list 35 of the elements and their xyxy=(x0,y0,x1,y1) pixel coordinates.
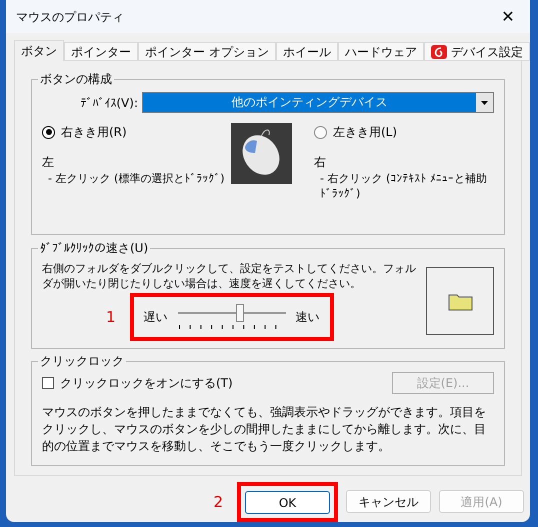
device-dropdown[interactable]: 他のポインティングデバイス xyxy=(142,92,494,113)
tab[interactable]: ホイール xyxy=(276,42,338,61)
group-title: クリックロック xyxy=(38,353,126,369)
window-title: マウスのプロパティ xyxy=(16,8,124,26)
tab[interactable]: デバイス設定 xyxy=(424,42,530,61)
mouse-picture xyxy=(231,123,292,184)
dialog-button[interactable]: OK xyxy=(245,491,330,514)
tab[interactable]: ポインター オプション xyxy=(138,42,276,61)
button-function-text: - 右クリック (ｺﾝﾃｷｽﾄ ﾒﾆｭｰと補助ﾄﾞﾗｯｸﾞ) xyxy=(319,171,488,201)
double-click-help-text: 右側のフォルダをダブルクリックして、設定をテストしてください。フォルダが開いたり閉じたりしない場合は、速度を遅くしてください。 xyxy=(42,261,417,291)
button-side-label: 右 xyxy=(314,154,327,171)
folder-icon xyxy=(448,292,472,310)
tab[interactable]: ハードウェア xyxy=(338,42,424,61)
test-area[interactable] xyxy=(426,267,494,335)
dialog-button[interactable]: キャンセル xyxy=(346,490,431,514)
click-lock-checkbox[interactable]: クリックロックをオンにする(T) xyxy=(42,374,233,392)
device-label: ﾃﾞﾊﾞｲｽ(V): xyxy=(79,94,139,112)
click-lock-help-text: マウスのボタンを押したままでなくても、強調表示やドラッグができます。項目をクリックし、マウスのボタンを少しの間押したままにしてから離します。次に、目的の位置までマウスを移動し、そこでもう一度クリックします。 xyxy=(42,404,487,455)
tab[interactable]: ボタン xyxy=(14,40,64,61)
tab[interactable]: ポインター xyxy=(64,42,138,61)
app-logo-icon xyxy=(430,44,447,58)
dropdown-caret-icon xyxy=(476,93,493,112)
button-side-label: 左 xyxy=(42,154,55,171)
group-title: ﾀﾞﾌﾞﾙｸﾘｯｸの速さ(U) xyxy=(38,240,150,256)
annotation-number: 1 xyxy=(106,306,116,328)
group-title: ボタンの構成 xyxy=(38,71,114,87)
radio-option[interactable]: 左きき用(L) xyxy=(314,123,494,141)
radio-option[interactable]: 右きき用(R) xyxy=(42,123,225,141)
button-function-text: - 左クリック (標準の選択とﾄﾞﾗｯｸﾞ) xyxy=(47,171,225,186)
speed-slider[interactable] xyxy=(178,304,286,330)
annotation-number: 2 xyxy=(213,492,223,512)
slider-thumb[interactable] xyxy=(236,304,244,322)
slow-label: 遅い xyxy=(144,309,168,326)
close-button[interactable]: ✕ xyxy=(486,0,530,33)
fast-label: 速い xyxy=(296,309,320,326)
